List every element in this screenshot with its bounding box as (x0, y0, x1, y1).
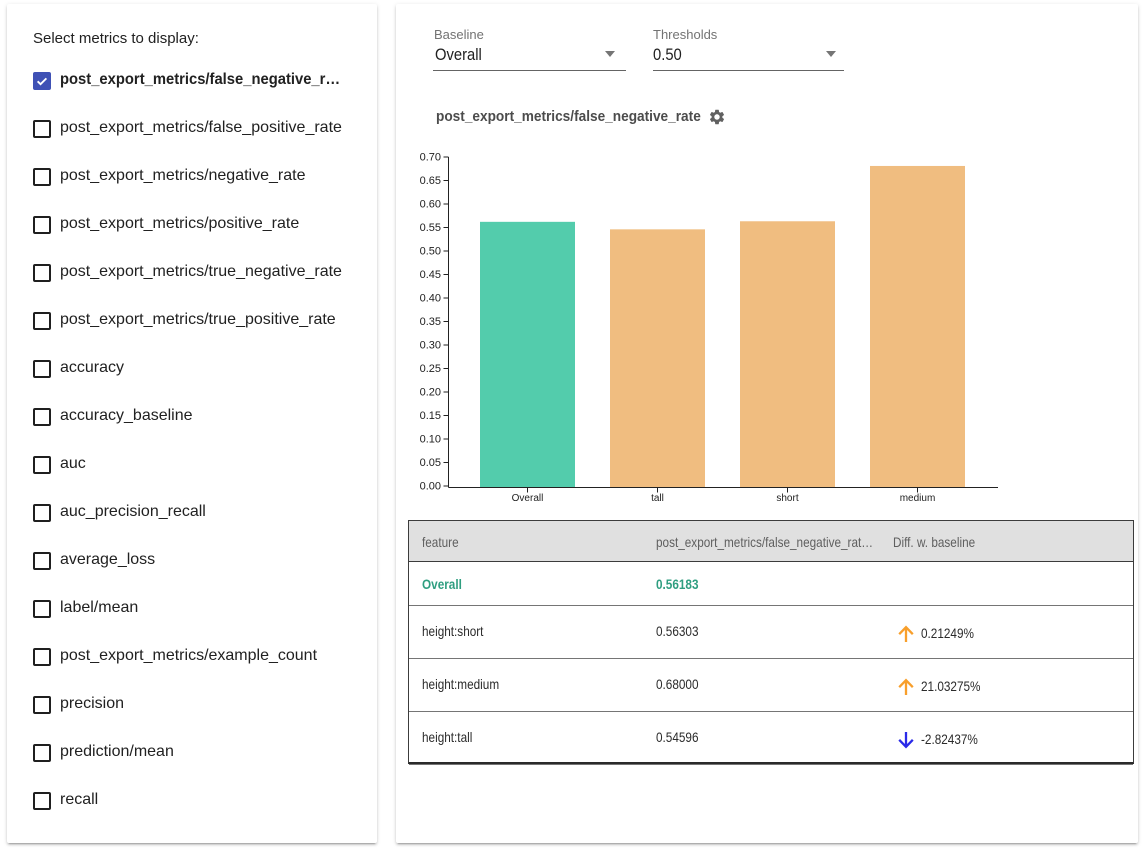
svg-text:0.70: 0.70 (420, 152, 441, 164)
svg-text:0.50: 0.50 (420, 246, 441, 258)
svg-text:medium: medium (900, 493, 936, 504)
svg-text:0.10: 0.10 (420, 434, 441, 446)
svg-text:0.40: 0.40 (420, 293, 441, 305)
svg-text:0.15: 0.15 (420, 410, 441, 422)
svg-text:0.30: 0.30 (420, 340, 441, 352)
svg-text:tall: tall (651, 493, 664, 504)
svg-text:0.35: 0.35 (420, 316, 441, 328)
svg-text:0.25: 0.25 (420, 363, 441, 375)
svg-text:0.00: 0.00 (420, 481, 441, 493)
svg-text:short: short (776, 493, 798, 504)
svg-text:0.45: 0.45 (420, 269, 441, 281)
svg-text:0.05: 0.05 (420, 457, 441, 469)
svg-text:0.55: 0.55 (420, 222, 441, 234)
svg-text:Overall: Overall (512, 493, 544, 504)
svg-text:0.60: 0.60 (420, 199, 441, 211)
svg-text:0.65: 0.65 (420, 175, 441, 187)
svg-text:0.20: 0.20 (420, 387, 441, 399)
